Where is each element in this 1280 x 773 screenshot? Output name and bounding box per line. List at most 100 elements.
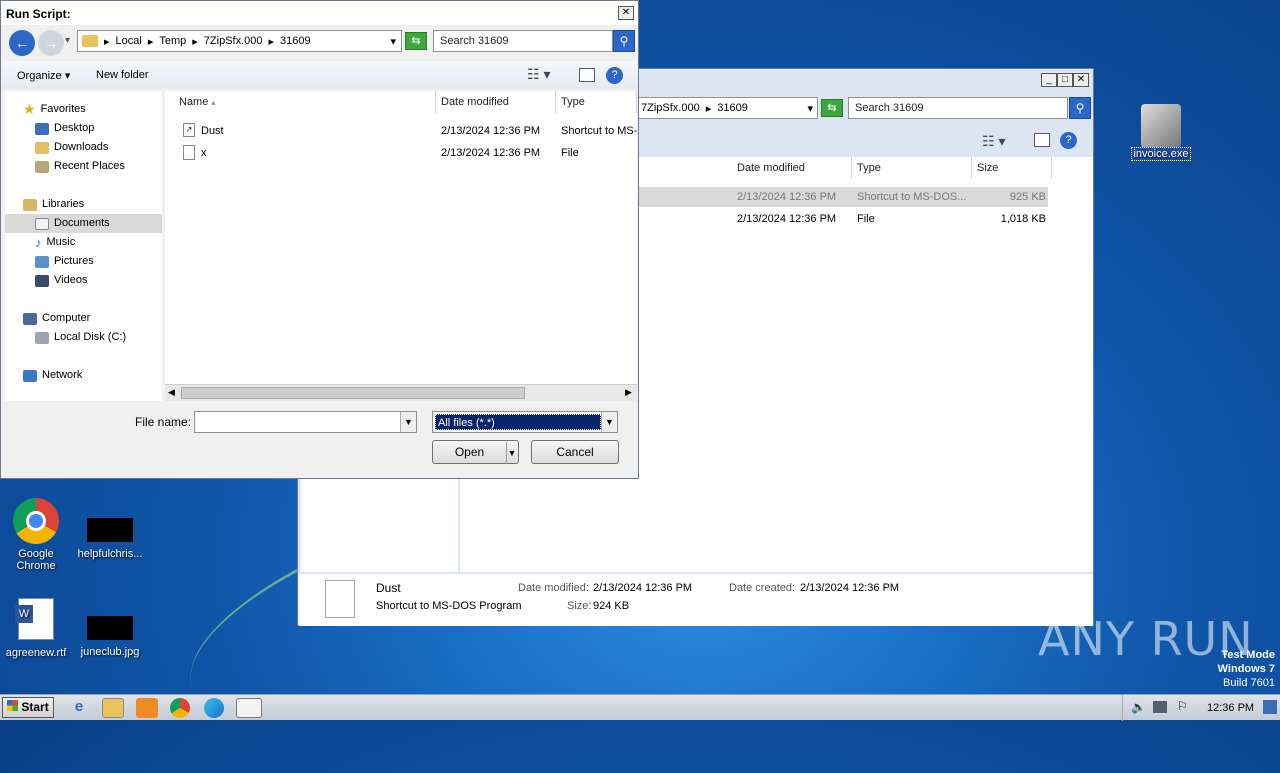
breadcrumb-item[interactable]: 31609	[717, 102, 748, 114]
size-label: Size:	[567, 600, 592, 612]
nav-favorites[interactable]: ★ Favorites	[23, 100, 180, 119]
view-options-icon[interactable]: ☷ ▾	[527, 66, 550, 83]
help-icon[interactable]: ?	[1060, 132, 1077, 149]
search-input[interactable]: Search 31609	[433, 30, 613, 52]
nav-libraries[interactable]: Libraries	[23, 195, 180, 214]
file-name-input[interactable]: ▼	[194, 411, 417, 433]
breadcrumb-item[interactable]: 7ZipSfx.000	[204, 35, 263, 47]
navigation-pane	[301, 479, 458, 572]
back-button[interactable]: ←	[9, 30, 35, 56]
chevron-down-icon[interactable]: ▼	[400, 412, 416, 432]
preview-pane-icon[interactable]	[579, 68, 595, 82]
table-row[interactable]: ↗ Dust 2/13/2024 12:36 PM Shortcut to MS…	[165, 121, 637, 141]
search-button[interactable]: ⚲	[1069, 97, 1091, 119]
file-name-value	[195, 416, 199, 428]
column-type[interactable]: Type	[852, 157, 972, 179]
downloads-icon	[35, 141, 49, 154]
chevron-down-icon[interactable]: ▾	[807, 102, 813, 115]
refresh-button[interactable]: ⇆	[821, 99, 843, 117]
address-bar[interactable]: ▸ Local ▸ Temp ▸ 7ZipSfx.000 ▸ 31609 ▾	[77, 30, 402, 52]
ie-icon[interactable]: e	[68, 698, 90, 718]
media-player-icon[interactable]	[136, 698, 158, 718]
column-type[interactable]: Type	[556, 91, 637, 113]
desktop-icon-chrome[interactable]: Google Chrome	[0, 498, 72, 572]
nav-documents[interactable]: Documents	[5, 214, 162, 233]
navigation-pane: ★ Favorites Desktop Downloads Recent Plac…	[5, 91, 162, 401]
desktop-icon-agreenew[interactable]: W agreenew.rtf	[0, 598, 72, 659]
edge-icon[interactable]	[204, 698, 224, 718]
word-document-icon: W	[15, 598, 54, 640]
network-icon	[23, 369, 37, 382]
network-tray-icon[interactable]	[1153, 701, 1167, 713]
column-date-modified[interactable]: Date modified	[436, 91, 556, 113]
details-name: Dust	[376, 581, 401, 595]
search-button[interactable]: ⚲	[613, 30, 635, 52]
close-button[interactable]: ✕	[1073, 73, 1089, 87]
speaker-icon[interactable]: 🔈	[1131, 700, 1146, 714]
desktop-icon-juneclub[interactable]: juneclub.jpg	[74, 616, 146, 658]
sort-up-icon: ▴	[211, 98, 216, 107]
maximize-button[interactable]: □	[1057, 73, 1073, 87]
scroll-right-icon[interactable]: ▶	[625, 387, 632, 398]
refresh-button[interactable]: ⇆	[405, 32, 427, 50]
open-button[interactable]: Open ▼	[432, 440, 519, 464]
close-button[interactable]: ✕	[618, 6, 634, 20]
help-icon[interactable]: ?	[606, 67, 623, 84]
file-type-select[interactable]: All files (*.*) ▼	[432, 411, 618, 433]
flag-icon[interactable]: ⚐	[1177, 699, 1188, 713]
desktop-icon-helpfulchris[interactable]: helpfulchris...	[74, 518, 146, 560]
explorer-folder-icon[interactable]	[102, 698, 124, 718]
videos-icon	[35, 274, 49, 287]
column-name[interactable]: Name ▴	[174, 91, 436, 113]
open-options-chevron-icon[interactable]: ▼	[505, 442, 518, 464]
horizontal-scrollbar[interactable]: ◀ ▶	[165, 384, 637, 401]
start-button[interactable]: Start	[2, 697, 54, 718]
organize-button[interactable]: Organize ▾	[17, 69, 70, 82]
nav-label: Recent Places	[54, 160, 125, 172]
row-type: File	[561, 147, 579, 159]
recent-locations-chevron-icon[interactable]: ▾	[65, 35, 70, 46]
column-size[interactable]: Size	[972, 157, 1052, 179]
chevron-down-icon[interactable]: ▾	[390, 35, 396, 48]
breadcrumb-item[interactable]: 7ZipSfx.000	[641, 102, 700, 114]
run-script-taskbar-icon[interactable]	[236, 698, 262, 718]
start-label: Start	[21, 700, 49, 714]
row-date: 2/13/2024 12:36 PM	[441, 125, 541, 137]
test-mode-text: Test Mode Windows 7 Build 7601	[1180, 648, 1275, 690]
table-row[interactable]: x 2/13/2024 12:36 PM File	[165, 143, 637, 163]
address-bar[interactable]: 7ZipSfx.000 ▸ 31609 ▾	[636, 97, 818, 119]
date-created-label: Date created:	[729, 582, 796, 594]
folder-icon	[82, 35, 98, 47]
row-type: Shortcut to MS-DOS...	[857, 191, 967, 203]
breadcrumb-item[interactable]: Temp	[159, 35, 186, 47]
cancel-button[interactable]: Cancel	[531, 440, 619, 464]
forward-button[interactable]: →	[38, 30, 64, 56]
desktop-icon-label: helpfulchris...	[77, 548, 143, 560]
new-folder-button[interactable]: New folder	[96, 69, 149, 81]
column-date-modified[interactable]: Date modified	[732, 157, 852, 179]
taskbar: Start e 🔈 ⚐ 12:36 PM	[0, 694, 1280, 721]
scroll-thumb[interactable]	[181, 387, 525, 399]
pictures-icon	[35, 255, 49, 268]
view-options-icon[interactable]: ☷ ▾	[982, 133, 1005, 150]
breadcrumb-item[interactable]: 31609	[280, 35, 311, 47]
row-name: Dust	[201, 125, 224, 137]
nav-label: Music	[46, 236, 76, 248]
nav-computer[interactable]: Computer	[23, 309, 180, 328]
chevron-down-icon[interactable]: ▼	[601, 412, 617, 432]
dialog-title: Run Script:	[6, 7, 71, 21]
desktop-icon	[35, 122, 49, 135]
breadcrumb-item[interactable]: Local	[116, 35, 142, 47]
preview-pane-icon[interactable]	[1034, 133, 1050, 147]
clock[interactable]: 12:36 PM	[1207, 702, 1254, 714]
nav-network[interactable]: Network	[23, 366, 180, 385]
desktop-icon-invoice[interactable]: invoice.exe	[1125, 104, 1197, 161]
scroll-left-icon[interactable]: ◀	[168, 387, 175, 398]
nav-label: Pictures	[54, 255, 94, 267]
minimize-button[interactable]: _	[1041, 73, 1057, 87]
show-desktop-icon[interactable]	[1263, 700, 1277, 714]
chrome-taskbar-icon[interactable]	[170, 698, 190, 718]
search-input[interactable]: Search 31609	[848, 97, 1068, 119]
installer-icon	[1141, 104, 1181, 148]
system-tray: 🔈 ⚐ 12:36 PM	[1122, 695, 1280, 721]
